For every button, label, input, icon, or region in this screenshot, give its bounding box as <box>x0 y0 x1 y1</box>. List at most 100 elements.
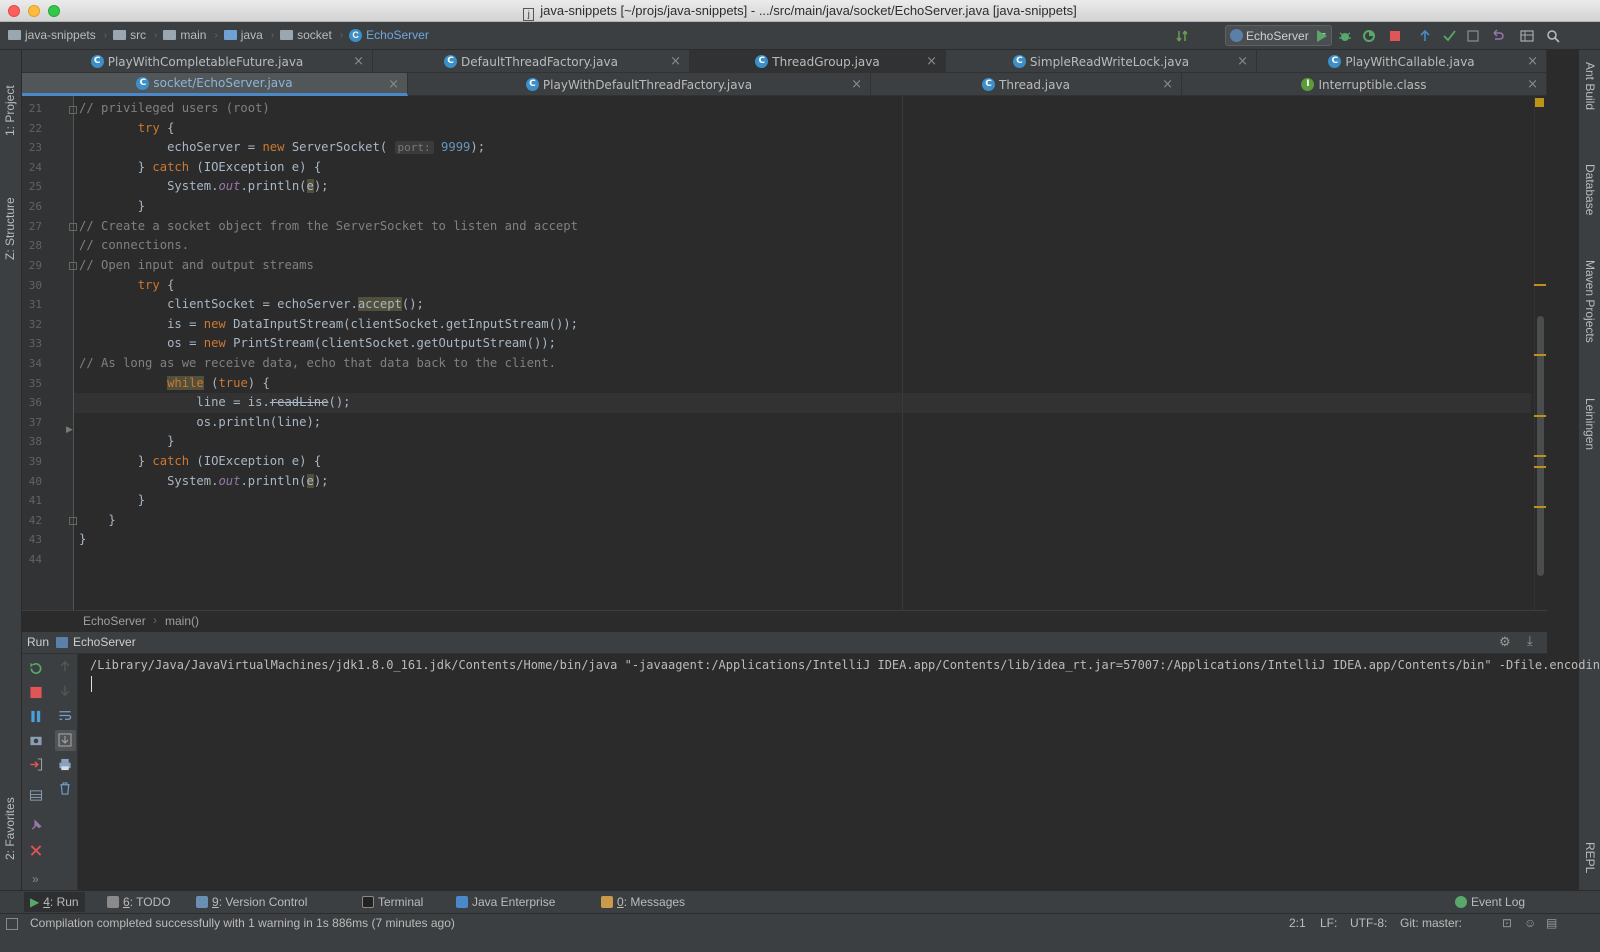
console-output[interactable]: /Library/Java/JavaVirtualMachines/jdk1.8… <box>90 658 1600 672</box>
crumb-java[interactable]: java <box>223 28 263 42</box>
crumb-project[interactable]: java-snippets <box>8 28 96 42</box>
crumb-label: java <box>240 28 263 42</box>
close-icon[interactable]: × <box>670 54 681 69</box>
vcs-update-icon[interactable] <box>1418 29 1432 43</box>
crumb-echoserver[interactable]: C EchoServer <box>349 28 429 42</box>
warning-indicator-icon[interactable] <box>1535 98 1544 107</box>
tab-playwithcompletablefuture[interactable]: C PlayWithCompletableFuture.java × <box>22 50 373 73</box>
history-icon[interactable] <box>1466 29 1480 43</box>
error-stripe-mark[interactable] <box>1534 506 1546 508</box>
error-stripe-mark[interactable] <box>1534 354 1546 356</box>
stop-icon[interactable] <box>1388 29 1402 43</box>
hide-panel-icon[interactable]: ⤓ <box>1527 633 1533 649</box>
tool-structure[interactable]: Z: Structure <box>3 197 17 260</box>
close-icon[interactable]: × <box>388 77 399 92</box>
tab-threadgroup[interactable]: C ThreadGroup.java × <box>690 50 946 73</box>
error-stripe-mark[interactable] <box>1534 455 1546 457</box>
coverage-icon[interactable] <box>1362 29 1376 43</box>
tool-favorites[interactable]: 2: Favorites <box>3 797 17 860</box>
window-bottom-edge <box>0 933 1600 952</box>
tool-repl[interactable]: REPL <box>1583 842 1597 873</box>
trash-icon[interactable] <box>58 782 72 795</box>
close-icon[interactable]: × <box>1237 54 1248 69</box>
toggle-tool-windows-icon[interactable] <box>6 918 18 930</box>
revert-icon[interactable] <box>1490 29 1504 43</box>
crumb-src[interactable]: src <box>113 28 146 42</box>
memory-icon[interactable]: ▤ <box>1546 916 1557 930</box>
fold-marker-icon[interactable] <box>69 517 77 525</box>
close-icon[interactable]: × <box>1162 77 1173 92</box>
layout-icon[interactable] <box>29 789 43 802</box>
error-stripe-mark[interactable] <box>1534 415 1546 417</box>
tool-database[interactable]: Database <box>1583 164 1597 215</box>
lock-icon[interactable]: ⊡ <box>1502 916 1512 930</box>
scroll-to-end-toggle[interactable] <box>55 730 76 751</box>
code-line: System.out.println(e); <box>79 179 329 193</box>
static-field: out <box>218 179 241 193</box>
close-icon[interactable]: × <box>1527 54 1538 69</box>
tab-defaultthreadfactory[interactable]: C DefaultThreadFactory.java × <box>373 50 690 73</box>
file-encoding[interactable]: UTF-8: <box>1350 916 1387 930</box>
close-icon[interactable] <box>29 844 43 857</box>
close-icon[interactable]: × <box>353 54 364 69</box>
error-stripe-mark[interactable] <box>1534 284 1546 286</box>
tab-echoserver[interactable]: Csocket/EchoServer.java × <box>22 73 408 96</box>
fold-marker-icon[interactable] <box>69 223 77 231</box>
code-editor[interactable]: 21 22 23 24 25 26 27 28 29 30 31 32 33 3… <box>22 96 1547 610</box>
tool-todo[interactable]: 6: TODO <box>107 895 171 909</box>
status-message[interactable]: Compilation completed successfully with … <box>30 916 455 930</box>
crumb-main[interactable]: main <box>163 28 206 42</box>
fold-marker-icon[interactable] <box>69 262 77 270</box>
debug-icon[interactable] <box>1338 29 1352 43</box>
tool-messages[interactable]: 0: Messages <box>601 895 685 909</box>
soft-wrap-icon[interactable] <box>58 709 72 722</box>
more-icon[interactable]: » <box>32 872 39 886</box>
rerun-icon[interactable] <box>29 662 43 675</box>
tool-maven-projects[interactable]: Maven Projects <box>1583 260 1597 343</box>
run-line-marker-icon[interactable]: ▶ <box>66 424 73 435</box>
build-icon[interactable] <box>1176 29 1190 43</box>
stop-icon[interactable] <box>29 686 43 699</box>
login-icon[interactable] <box>29 758 43 771</box>
crumb-socket[interactable]: socket <box>280 28 332 42</box>
tool-run[interactable]: ▶ 4: Run <box>24 892 85 912</box>
gear-icon[interactable]: ⚙ <box>1499 634 1511 650</box>
close-icon[interactable]: × <box>851 77 862 92</box>
line-separator[interactable]: LF: <box>1320 916 1337 930</box>
caret-position[interactable]: 2:1 <box>1289 916 1306 930</box>
tab-playwithdefaultthreadfactory[interactable]: C PlayWithDefaultThreadFactory.java × <box>408 73 871 96</box>
error-stripe-mark[interactable] <box>1534 466 1546 468</box>
tab-playwithcallable[interactable]: C PlayWithCallable.java × <box>1257 50 1547 73</box>
pause-icon[interactable] <box>29 710 43 723</box>
run-icon[interactable] <box>1314 29 1328 43</box>
tool-project[interactable]: 1: Project <box>3 85 17 136</box>
pin-icon[interactable] <box>29 819 43 832</box>
arrow-up-icon[interactable] <box>58 660 72 673</box>
tool-terminal[interactable]: Terminal <box>362 895 423 909</box>
tool-version-control[interactable]: 9: Version Control <box>196 895 307 909</box>
tab-thread[interactable]: C Thread.java × <box>871 73 1182 96</box>
tool-java-enterprise[interactable]: Java Enterprise <box>456 895 555 909</box>
close-icon[interactable]: × <box>1527 77 1538 92</box>
camera-icon[interactable] <box>29 734 43 747</box>
code-token: clientSocket = echoServer. <box>167 297 358 311</box>
inspector-icon[interactable]: ☺ <box>1524 916 1536 930</box>
vcs-commit-icon[interactable] <box>1442 29 1456 43</box>
git-branch[interactable]: Git: master: <box>1400 916 1462 930</box>
close-icon[interactable]: × <box>926 54 937 69</box>
fold-marker-icon[interactable] <box>69 106 77 114</box>
print-icon[interactable] <box>58 758 72 771</box>
crumb-label: src <box>130 28 147 42</box>
run-tab-echoserver[interactable]: EchoServer <box>73 635 136 649</box>
project-structure-icon[interactable] <box>1520 29 1534 43</box>
tab-simplereadwritelock[interactable]: C SimpleReadWriteLock.java × <box>946 50 1257 73</box>
arrow-down-icon[interactable] <box>58 684 72 697</box>
search-icon[interactable] <box>1546 29 1560 43</box>
tool-leiningen[interactable]: Leiningen <box>1583 398 1597 450</box>
tool-event-log[interactable]: Event Log <box>1455 895 1525 909</box>
code-token: echoServer <box>167 140 241 154</box>
tab-interruptible[interactable]: I Interruptible.class × <box>1182 73 1547 96</box>
breadcrumb-class[interactable]: EchoServer <box>83 614 146 628</box>
tool-ant-build[interactable]: Ant Build <box>1583 62 1597 110</box>
breadcrumb-method[interactable]: main() <box>165 614 199 628</box>
